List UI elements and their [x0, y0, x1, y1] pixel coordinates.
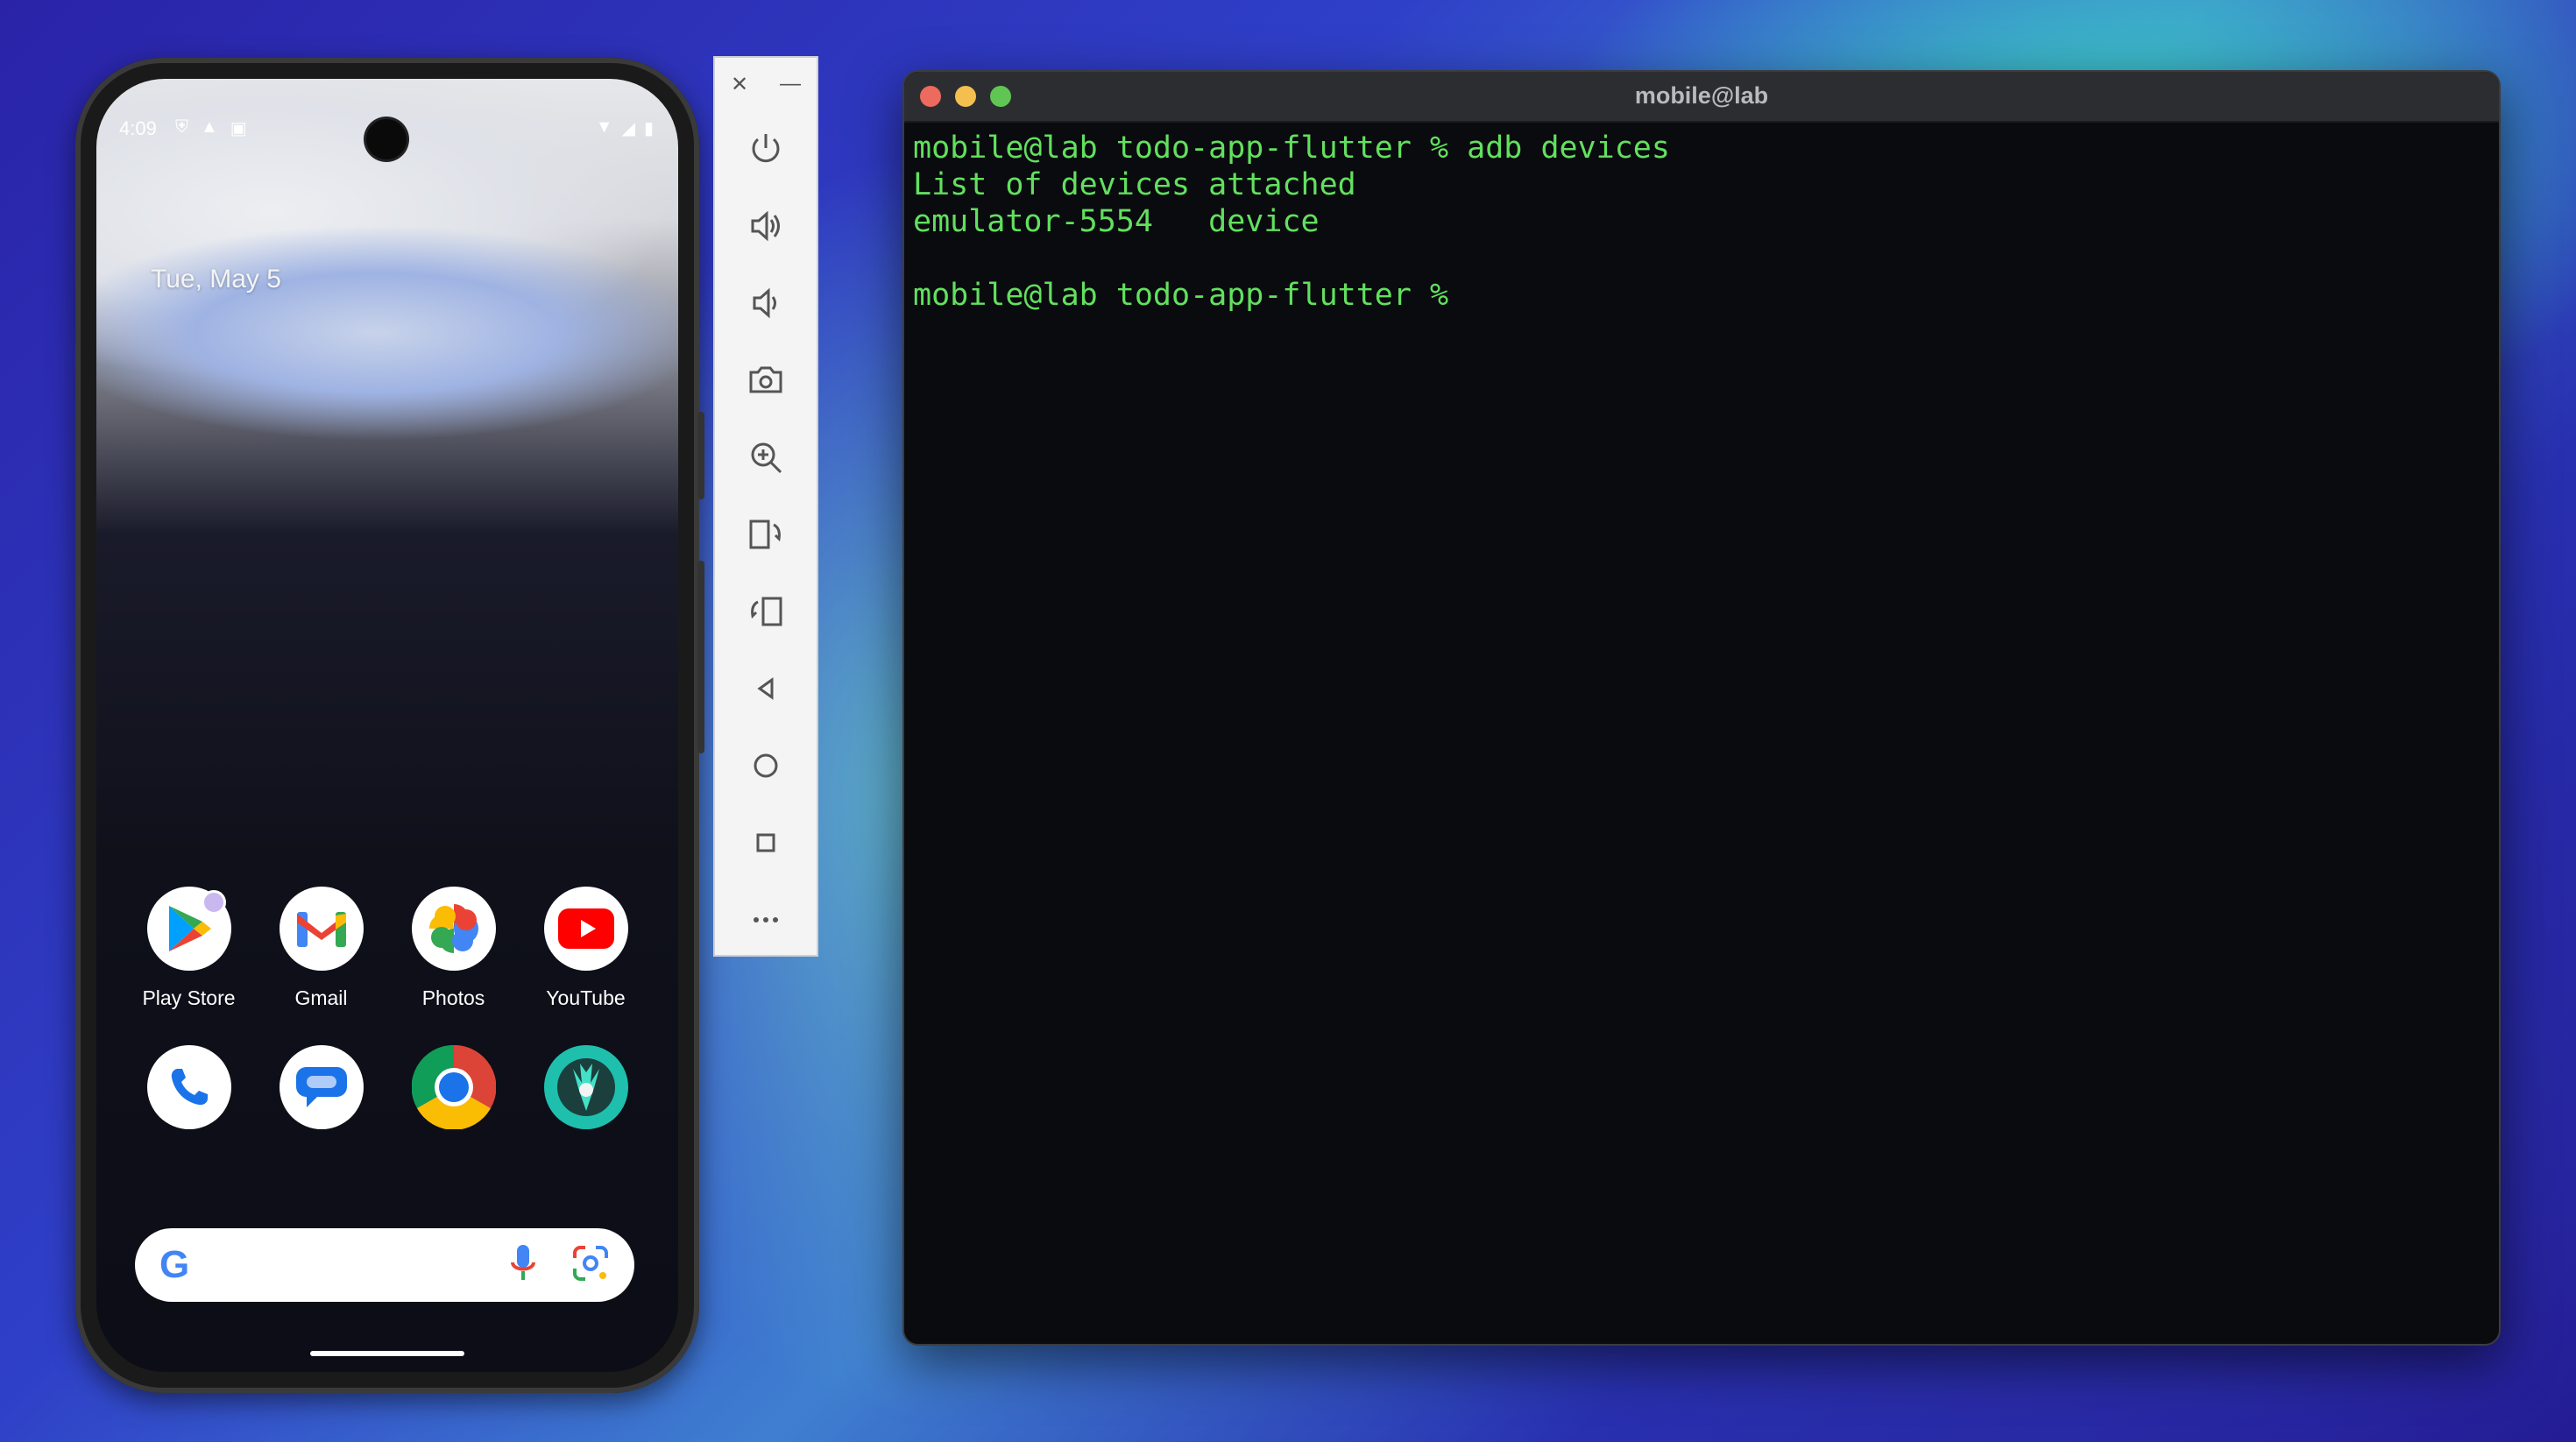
more-icon — [754, 917, 778, 922]
status-time: 4:09 — [119, 117, 157, 139]
google-logo: G — [159, 1243, 190, 1286]
app-play-store[interactable]: Play Store — [123, 887, 255, 1010]
zoom-icon — [751, 442, 782, 474]
phone-icon — [146, 1045, 231, 1129]
back-button[interactable] — [715, 650, 817, 727]
magisk-icon — [543, 1045, 628, 1129]
close-icon[interactable]: ✕ — [731, 72, 748, 97]
terminal-line: mobile@lab todo-app-flutter % adb device… — [913, 131, 1670, 166]
app-label: Photos — [421, 986, 485, 1009]
app-magisk[interactable] — [520, 1045, 652, 1129]
rotate-right-icon — [751, 597, 782, 626]
microphone-icon[interactable] — [510, 1243, 536, 1288]
volume-down-button[interactable] — [715, 265, 817, 342]
play-store-icon — [146, 887, 231, 971]
battery-icon: ▮ — [643, 119, 654, 138]
gmail-icon — [279, 887, 364, 971]
app-gmail[interactable]: Gmail — [255, 887, 387, 1010]
window-title: mobile@lab — [1634, 82, 1769, 109]
warning-icon: ▲ — [201, 117, 218, 137]
messages-icon — [279, 1045, 364, 1129]
rotate-left-button[interactable] — [715, 496, 817, 573]
home-icon — [754, 753, 778, 778]
terminal-output[interactable]: mobile@lab todo-app-flutter % adb device… — [904, 123, 2499, 321]
back-icon — [757, 677, 774, 700]
terminal-window: mobile@lab mobile@lab todo-app-flutter %… — [902, 70, 2501, 1346]
photos-icon — [411, 887, 496, 971]
app-phone[interactable] — [123, 1045, 255, 1129]
google-search-bar[interactable]: G — [135, 1228, 634, 1302]
app-label: YouTube — [546, 986, 626, 1009]
phone-screen[interactable]: 4:09 ⛨ ▲ ▣ ▼ ◢ ▮ Tue, May 5 Play Store G… — [96, 79, 678, 1372]
app-youtube[interactable]: YouTube — [520, 887, 652, 1010]
app-photos[interactable]: Photos — [387, 887, 520, 1010]
rotate-left-icon — [749, 520, 781, 549]
camera-icon — [749, 366, 782, 393]
front-camera — [366, 119, 407, 159]
app-label: Play Store — [142, 986, 236, 1009]
signal-icon: ◢ — [621, 119, 635, 138]
app-label: Gmail — [294, 986, 348, 1009]
power-icon — [752, 134, 780, 163]
zoom-button[interactable] — [715, 419, 817, 496]
rotate-right-button[interactable] — [715, 573, 817, 650]
emulator-toolbar: ✕ — — [713, 56, 818, 957]
terminal-prompt-line: mobile@lab todo-app-flutter % — [913, 278, 1468, 313]
volume-up-button[interactable] — [715, 187, 817, 265]
app-chrome[interactable] — [387, 1045, 520, 1129]
terminal-line: List of devices attached — [913, 167, 1356, 202]
chrome-icon — [411, 1045, 496, 1129]
gesture-nav-bar[interactable] — [310, 1351, 464, 1356]
sim-icon: ▣ — [230, 119, 247, 138]
terminal-line: emulator-5554 device — [913, 204, 1320, 239]
app-messages[interactable] — [255, 1045, 387, 1129]
app-grid: Play Store Gmail Photos YouTube — [123, 887, 652, 1129]
overview-button[interactable] — [715, 804, 817, 881]
terminal-titlebar[interactable]: mobile@lab — [904, 72, 2499, 123]
google-lens-icon[interactable] — [571, 1244, 610, 1287]
minimize-icon[interactable]: — — [780, 72, 801, 96]
volume-up-icon — [751, 210, 780, 242]
screenshot-button[interactable] — [715, 342, 817, 419]
volume-down-icon — [753, 287, 776, 319]
overview-icon — [756, 833, 775, 852]
home-date[interactable]: Tue, May 5 — [151, 265, 281, 294]
wifi-icon: ▼ — [595, 117, 613, 137]
volume-side-button — [697, 561, 704, 753]
power-button[interactable] — [715, 110, 817, 187]
power-side-button — [697, 412, 704, 499]
android-emulator-device: 4:09 ⛨ ▲ ▣ ▼ ◢ ▮ Tue, May 5 Play Store G… — [75, 58, 699, 1393]
youtube-icon — [543, 887, 628, 971]
shield-icon: ⛨ — [175, 117, 188, 137]
notification-dot — [201, 890, 226, 915]
more-button[interactable] — [715, 881, 817, 958]
home-button[interactable] — [715, 727, 817, 804]
